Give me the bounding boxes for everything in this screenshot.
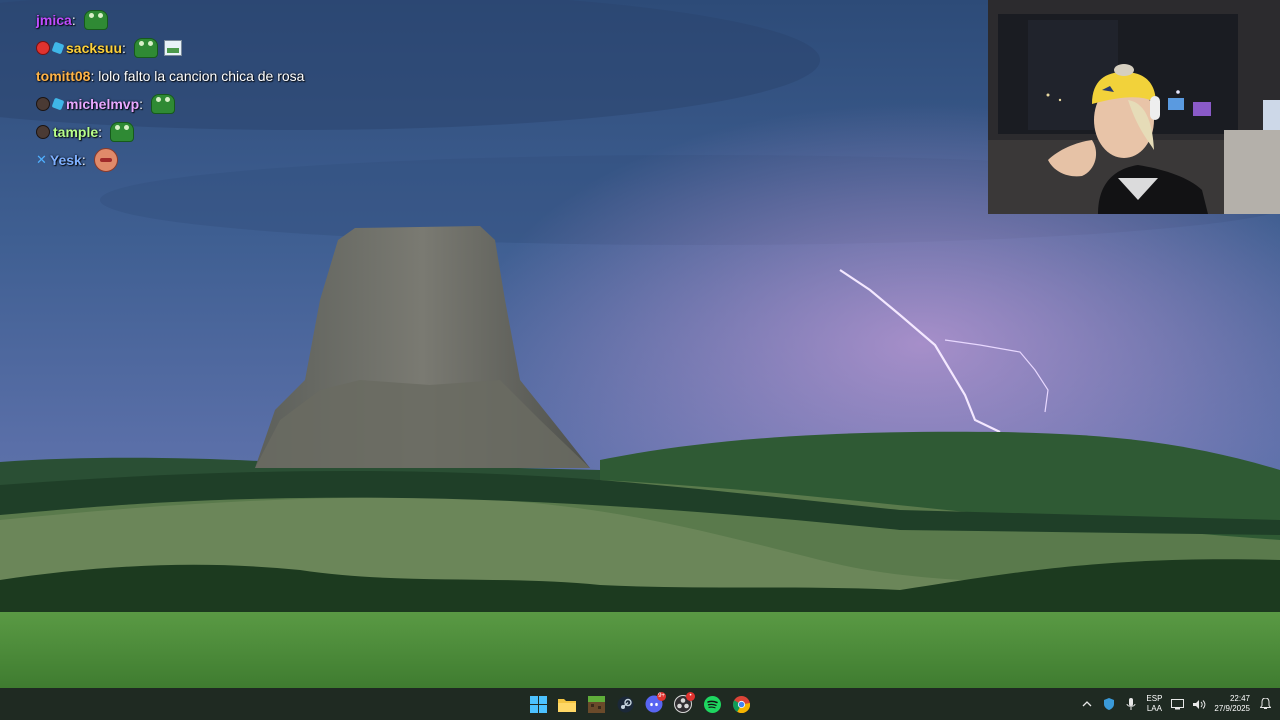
clock-date[interactable]: 22:47 27/9/2025	[1214, 694, 1250, 714]
microphone-icon[interactable]	[1124, 697, 1138, 711]
clock-date-text: 27/9/2025	[1214, 704, 1250, 713]
chat-badge-face-icon	[36, 97, 50, 111]
chat-colon: :	[81, 152, 90, 168]
chat-username[interactable]: jmica	[36, 12, 72, 28]
stream-chat-overlay: jmica: sacksuu: tomitt08: lolo falto la …	[36, 6, 476, 174]
system-tray: ESP LAA 22:47 27/9/2025	[1080, 692, 1272, 716]
chat-badge-face-icon	[36, 125, 50, 139]
chat-username[interactable]: sacksuu	[66, 40, 122, 56]
chat-message: ✕ Yesk:	[36, 146, 476, 174]
clock-time: 22:47	[1229, 694, 1250, 703]
chat-badge-tick-icon: ✕	[36, 152, 47, 167]
chat-emote-frog-icon	[150, 94, 175, 114]
keyboard-layout: LAA	[1146, 704, 1162, 713]
chat-colon: :	[71, 12, 80, 28]
security-shield-icon[interactable]	[1102, 697, 1116, 711]
chat-username[interactable]: tomitt08	[36, 68, 90, 84]
volume-icon[interactable]	[1192, 697, 1206, 711]
discord-notification-badge: 9+	[657, 692, 666, 701]
chat-badge-cube-icon	[51, 97, 65, 111]
chat-emote-frog-icon	[133, 38, 158, 58]
minecraft-icon	[587, 695, 605, 713]
taskbar-pinned-apps: 9+ •	[526, 692, 753, 716]
chat-username[interactable]: tample	[53, 124, 98, 140]
input-language-indicator[interactable]: ESP LAA	[1146, 694, 1162, 714]
language-code: ESP	[1146, 694, 1163, 703]
chat-message: jmica:	[36, 6, 476, 34]
chat-emote-face-icon	[93, 148, 118, 172]
chat-message: tample:	[36, 118, 476, 146]
chat-message: tomitt08: lolo falto la cancion chica de…	[36, 62, 476, 90]
file-explorer-icon	[558, 698, 576, 712]
obs-recording-badge: •	[686, 692, 695, 701]
taskbar: 9+ • ESP LAA 22:47 27/9/2025	[0, 688, 1280, 720]
spotify-icon	[703, 695, 721, 713]
network-icon[interactable]	[1170, 697, 1184, 711]
chat-badge-cube-icon	[51, 41, 65, 55]
chrome-button[interactable]	[729, 692, 753, 716]
chat-message: michelmvp:	[36, 90, 476, 118]
windows-start-icon	[529, 695, 547, 713]
steam-button[interactable]	[613, 692, 637, 716]
chat-colon: :	[98, 124, 106, 140]
file-explorer-button[interactable]	[555, 692, 579, 716]
chat-badge-red-icon	[36, 41, 50, 55]
show-hidden-icons-chevron-up-icon[interactable]	[1080, 697, 1094, 711]
chat-colon: :	[139, 96, 147, 112]
chat-username[interactable]: michelmvp	[66, 96, 139, 112]
chat-colon: :	[122, 40, 130, 56]
chat-emote-frog-icon	[109, 122, 134, 142]
chrome-icon	[732, 695, 750, 713]
chat-message: sacksuu:	[36, 34, 476, 62]
chat-emote-image-icon	[163, 40, 182, 56]
minecraft-button[interactable]	[584, 692, 608, 716]
notifications-bell-icon[interactable]	[1258, 697, 1272, 711]
steam-icon	[617, 696, 633, 712]
chat-message-text: lolo falto la cancion chica de rosa	[98, 68, 305, 84]
obs-button[interactable]: •	[671, 692, 695, 716]
chat-emote-frog-icon	[83, 10, 108, 30]
webcam-overlay	[988, 0, 1280, 214]
discord-button[interactable]: 9+	[642, 692, 666, 716]
spotify-button[interactable]	[700, 692, 724, 716]
windows-start-button[interactable]	[526, 692, 550, 716]
chat-username[interactable]: Yesk	[50, 152, 82, 168]
